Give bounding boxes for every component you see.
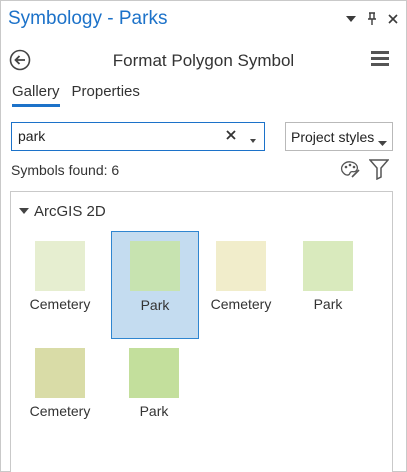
style-palette-icon[interactable] xyxy=(338,159,360,179)
tab-strip: Gallery Properties xyxy=(12,83,140,107)
symbol-search-input[interactable] xyxy=(18,127,218,145)
symbol-swatch xyxy=(216,241,266,291)
symbol-tile-park[interactable]: Park xyxy=(111,338,197,444)
symbol-label: Park xyxy=(139,403,169,419)
close-pane-icon[interactable] xyxy=(386,11,400,27)
symbol-swatch xyxy=(130,241,180,291)
pane-titlebar: Symbology - Parks xyxy=(1,1,406,37)
symbol-swatch xyxy=(35,348,85,398)
symbol-tile-park[interactable]: Park xyxy=(285,231,371,337)
styles-dropdown-value: Project styles xyxy=(291,129,375,145)
symbol-swatch xyxy=(129,348,179,398)
symbol-swatch xyxy=(303,241,353,291)
symbol-search-box[interactable] xyxy=(11,122,265,151)
symbol-tile-cemetery[interactable]: Cemetery xyxy=(17,338,103,444)
clear-search-icon[interactable] xyxy=(224,128,238,142)
hamburger-menu-icon xyxy=(371,51,389,66)
symbol-label: Park xyxy=(140,297,170,313)
symbology-pane: Symbology - Parks Format Polygon Symbol xyxy=(0,0,407,472)
tab-properties[interactable]: Properties xyxy=(72,83,140,107)
gallery-group-label: ArcGIS 2D xyxy=(34,203,106,220)
symbol-tile-park[interactable]: Park xyxy=(111,231,199,339)
collapse-chevron-icon xyxy=(19,208,29,214)
styles-dropdown[interactable]: Project styles xyxy=(285,122,393,151)
filter-icon[interactable] xyxy=(368,158,390,181)
tab-gallery[interactable]: Gallery xyxy=(12,83,60,107)
symbol-gallery: ArcGIS 2D Cemetery Park Cemetery Park Ce… xyxy=(10,191,393,472)
hamburger-menu-button[interactable] xyxy=(370,49,390,67)
search-history-dropdown-icon[interactable] xyxy=(248,132,258,143)
pane-header: Format Polygon Symbol xyxy=(1,41,406,81)
symbol-label: Park xyxy=(313,296,343,312)
gallery-group-header[interactable]: ArcGIS 2D xyxy=(19,203,106,220)
symbol-label: Cemetery xyxy=(29,296,91,312)
symbols-found-count: Symbols found: 6 xyxy=(11,162,120,178)
symbol-label: Cemetery xyxy=(210,296,272,312)
chevron-down-icon xyxy=(378,134,387,146)
symbol-tile-cemetery[interactable]: Cemetery xyxy=(198,231,284,337)
symbol-swatch xyxy=(35,241,85,291)
pane-options-dropdown-icon[interactable] xyxy=(344,11,358,27)
pane-title: Symbology - Parks xyxy=(8,8,168,29)
symbol-tile-cemetery[interactable]: Cemetery xyxy=(17,231,103,337)
pane-title-controls xyxy=(344,11,400,27)
pane-header-title: Format Polygon Symbol xyxy=(112,51,295,70)
auto-hide-pin-icon[interactable] xyxy=(365,11,379,27)
symbol-label: Cemetery xyxy=(29,403,91,419)
